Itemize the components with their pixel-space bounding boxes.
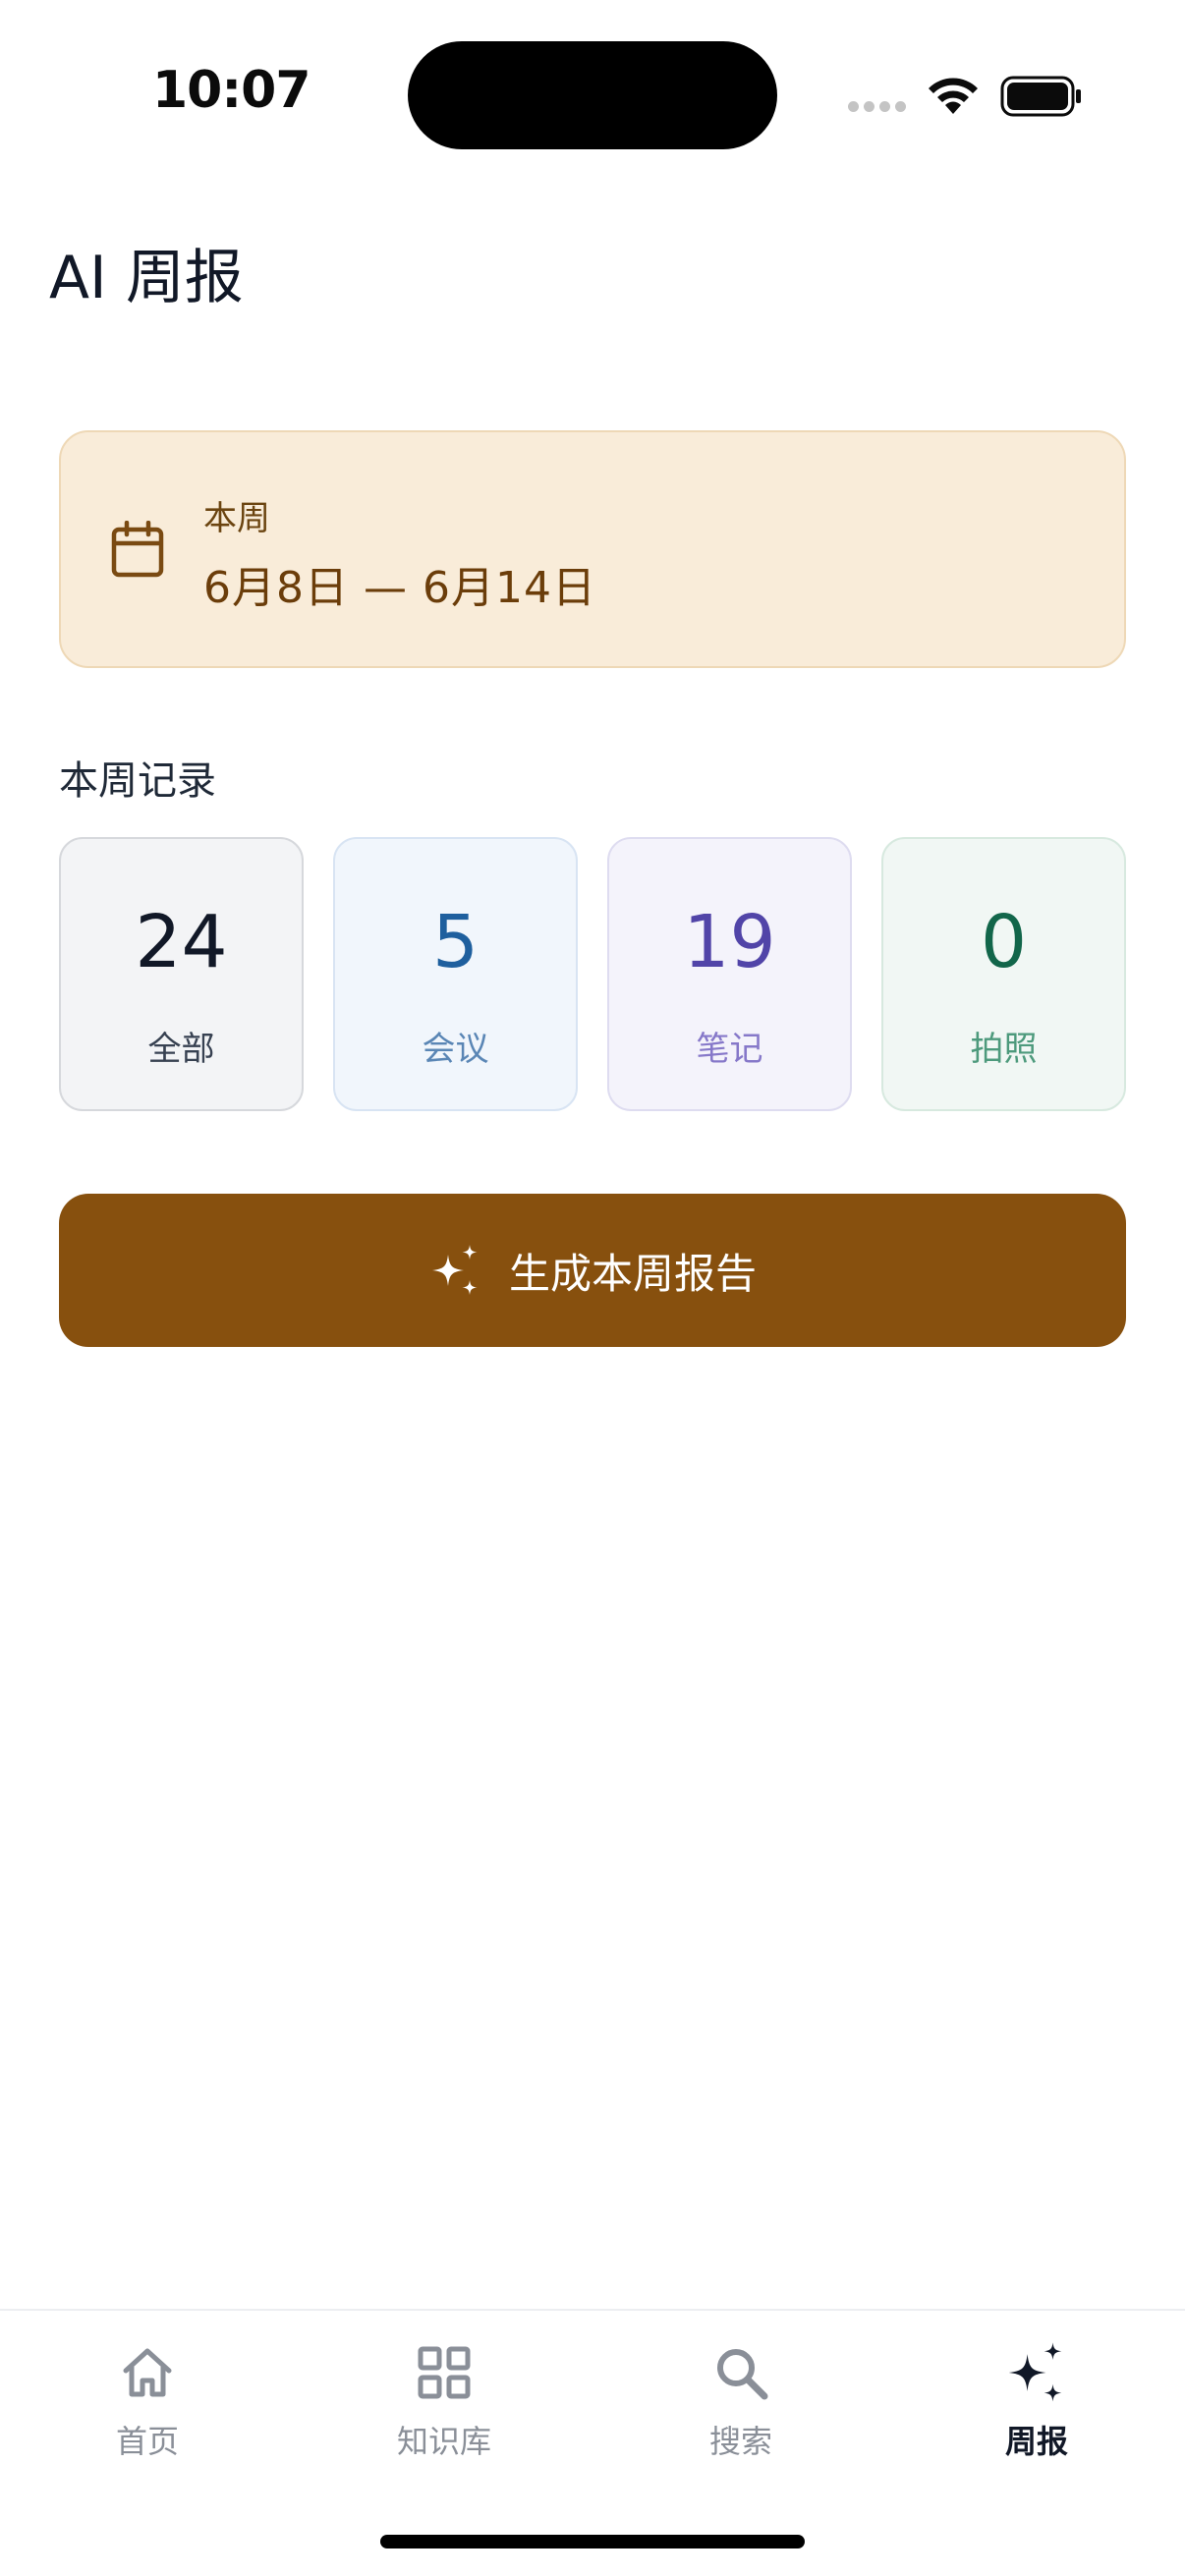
tab-label: 周报 <box>1004 2423 1068 2460</box>
tab-home[interactable]: 首页 <box>49 2340 246 2462</box>
records-section-title: 本周记录 <box>59 758 216 804</box>
home-icon <box>123 2348 172 2397</box>
stat-label: 会议 <box>422 1030 489 1069</box>
generate-report-button[interactable]: 生成本周报告 <box>59 1194 1126 1347</box>
stat-card-meetings[interactable]: 5 会议 <box>333 837 578 1111</box>
tab-label: 搜索 <box>708 2423 772 2460</box>
tab-label: 知识库 <box>396 2423 491 2460</box>
tab-weekly-report[interactable]: 周报 <box>938 2340 1135 2462</box>
cellular-signal-icon <box>848 101 906 112</box>
tab-label: 首页 <box>115 2423 179 2460</box>
week-label: 本周 <box>203 499 270 538</box>
stat-card-notes[interactable]: 19 笔记 <box>607 837 852 1111</box>
stat-value: 0 <box>980 900 1028 984</box>
status-time: 10:07 <box>152 61 311 120</box>
dynamic-island <box>408 41 777 149</box>
stat-label: 拍照 <box>970 1030 1038 1069</box>
calendar-icon <box>111 521 164 578</box>
wifi-icon <box>929 78 978 114</box>
stats-row: 24 全部 5 会议 19 笔记 0 拍照 <box>59 837 1126 1111</box>
page-title: AI 周报 <box>49 244 244 312</box>
tab-search[interactable]: 搜索 <box>643 2340 839 2462</box>
stat-card-all[interactable]: 24 全部 <box>59 837 304 1111</box>
week-range: 6月8日 — 6月14日 <box>203 563 596 613</box>
stat-value: 5 <box>431 900 480 984</box>
tab-knowledge-base[interactable]: 知识库 <box>346 2340 542 2462</box>
screen: 10:07 AI 周报 本周 6月8日 — 6月14日 本周记录 24 全部 5 <box>0 0 1185 2576</box>
stat-label: 全部 <box>147 1030 215 1069</box>
stat-value: 19 <box>683 900 776 984</box>
grid-icon <box>418 2346 471 2399</box>
week-card: 本周 6月8日 — 6月14日 <box>59 430 1126 668</box>
stat-card-photos[interactable]: 0 拍照 <box>881 837 1126 1111</box>
stat-value: 24 <box>135 900 228 984</box>
stat-label: 笔记 <box>696 1030 763 1069</box>
battery-icon <box>1000 76 1081 117</box>
sparkles-icon <box>1008 2342 1062 2402</box>
search-icon <box>717 2349 768 2400</box>
home-indicator[interactable] <box>380 2535 805 2548</box>
generate-report-label: 生成本周报告 <box>508 1249 757 1298</box>
sparkles-icon <box>431 1245 478 1295</box>
